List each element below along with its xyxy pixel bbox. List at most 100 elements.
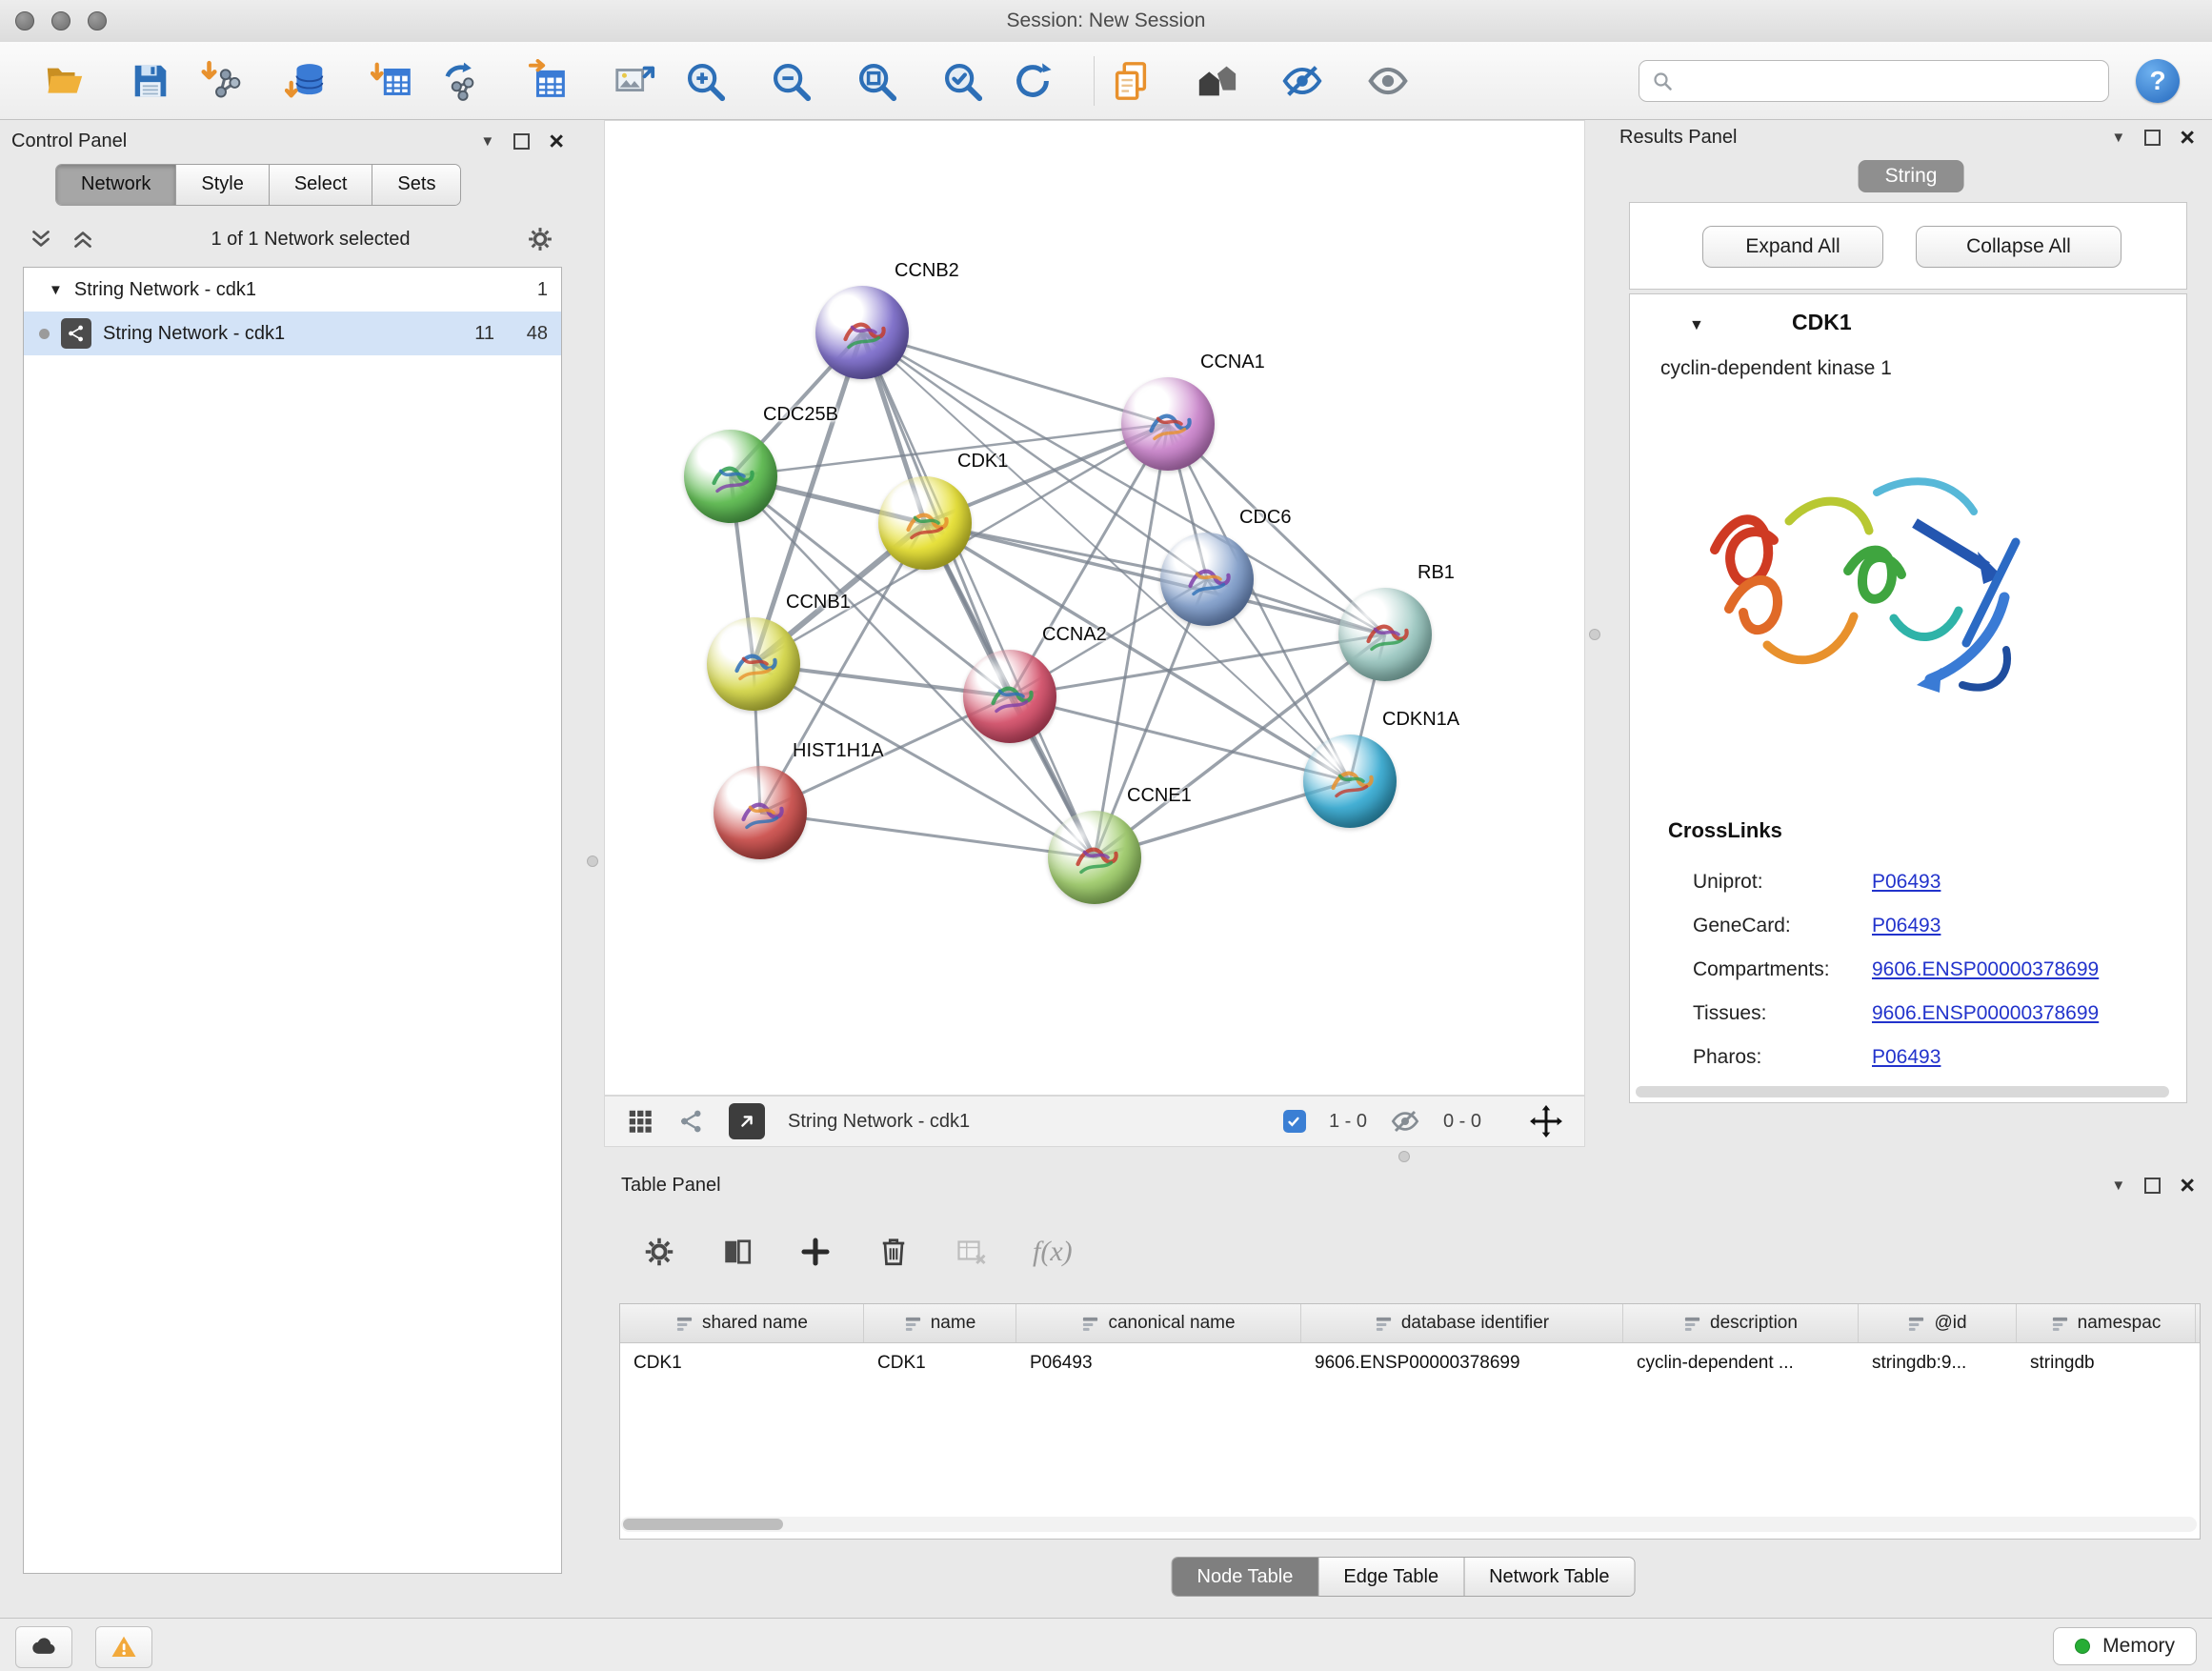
refresh-view-button[interactable] bbox=[1010, 54, 1056, 108]
network-node-hist1h1a[interactable] bbox=[714, 766, 807, 859]
save-session-button[interactable] bbox=[128, 54, 173, 108]
results-horizontal-scrollbar[interactable] bbox=[1636, 1086, 2169, 1097]
column-header-database-identifier[interactable]: database identifier bbox=[1301, 1304, 1623, 1342]
column-header-namespac[interactable]: namespac bbox=[2017, 1304, 2196, 1342]
help-button[interactable]: ? bbox=[2136, 59, 2180, 103]
tab-sets[interactable]: Sets bbox=[372, 165, 460, 205]
network-edge-cdk1-rb1[interactable] bbox=[925, 523, 1385, 634]
reset-layout-button[interactable] bbox=[1194, 54, 1239, 108]
export-network-button[interactable] bbox=[440, 54, 486, 108]
zoom-fit-button[interactable] bbox=[854, 54, 899, 108]
memory-button[interactable]: Memory bbox=[2053, 1627, 2197, 1665]
network-view-canvas[interactable]: CCNB2CCNA1CDC25BCDK1CDC6RB1CCNB1CCNA2CDK… bbox=[604, 120, 1585, 1096]
search-input[interactable] bbox=[1683, 69, 2097, 92]
network-node-cdc6[interactable] bbox=[1160, 533, 1254, 626]
tab-edge-table[interactable]: Edge Table bbox=[1318, 1558, 1464, 1596]
delete-column-trash-icon[interactable] bbox=[876, 1235, 911, 1269]
close-panel-icon[interactable]: × bbox=[549, 133, 564, 150]
panel-menu-icon[interactable]: ▼ bbox=[480, 133, 494, 150]
table-settings-gear-icon[interactable] bbox=[642, 1235, 676, 1269]
selected-count-checkbox[interactable] bbox=[1283, 1110, 1306, 1133]
search-field[interactable] bbox=[1639, 60, 2109, 102]
close-panel-icon[interactable]: × bbox=[2180, 130, 2195, 146]
open-session-button[interactable] bbox=[42, 54, 88, 108]
collapse-all-icon[interactable] bbox=[29, 227, 53, 252]
network-row[interactable]: String Network - cdk1 11 48 bbox=[24, 312, 561, 355]
network-node-cdkn1a[interactable] bbox=[1303, 735, 1397, 828]
warnings-button[interactable] bbox=[95, 1626, 152, 1668]
network-edge-ccnb2-ccna1[interactable] bbox=[862, 332, 1168, 424]
network-overview-icon[interactable] bbox=[677, 1107, 706, 1136]
panel-menu-icon[interactable]: ▼ bbox=[2111, 130, 2125, 146]
network-node-cdk1[interactable] bbox=[878, 476, 972, 570]
string-tab[interactable]: String bbox=[1859, 160, 1964, 192]
network-node-rb1[interactable] bbox=[1338, 588, 1432, 681]
float-panel-icon[interactable] bbox=[2144, 1178, 2161, 1194]
export-image-button[interactable] bbox=[612, 54, 657, 108]
network-selection-row: 1 of 1 Network selected bbox=[29, 217, 554, 261]
column-header-@id[interactable]: @id bbox=[1859, 1304, 2017, 1342]
birds-eye-view-icon[interactable] bbox=[626, 1107, 654, 1136]
splitter-handle[interactable] bbox=[1398, 1151, 1410, 1162]
collapse-all-button[interactable]: Collapse All bbox=[1916, 226, 2122, 268]
table-cell: P06493 bbox=[1016, 1343, 1301, 1383]
import-table-file-button[interactable] bbox=[370, 54, 415, 108]
import-network-database-button[interactable] bbox=[284, 54, 330, 108]
network-node-cdc25b[interactable] bbox=[684, 430, 777, 523]
import-network-file-button[interactable] bbox=[198, 54, 244, 108]
detach-view-button[interactable] bbox=[729, 1103, 765, 1139]
tab-select[interactable]: Select bbox=[270, 165, 373, 205]
network-edge-hist1h1a-ccne1[interactable] bbox=[760, 813, 1095, 857]
column-header-canonical-name[interactable]: canonical name bbox=[1016, 1304, 1301, 1342]
scrollbar-thumb[interactable] bbox=[623, 1519, 783, 1530]
show-columns-icon[interactable] bbox=[720, 1235, 754, 1269]
expand-all-icon[interactable] bbox=[70, 227, 95, 252]
network-edge-ccnb2-ccne1[interactable] bbox=[862, 332, 1095, 857]
column-header-shared-name[interactable]: shared name bbox=[620, 1304, 864, 1342]
float-panel-icon[interactable] bbox=[513, 133, 530, 150]
export-table-button[interactable] bbox=[526, 54, 572, 108]
expand-all-button[interactable]: Expand All bbox=[1702, 226, 1883, 268]
cloud-status-button[interactable] bbox=[15, 1626, 72, 1668]
crosslink-link[interactable]: P06493 bbox=[1872, 915, 1941, 937]
panel-menu-icon[interactable]: ▼ bbox=[2111, 1178, 2125, 1194]
node-structure-thumbnail bbox=[720, 631, 787, 697]
pan-crosshair-icon[interactable] bbox=[1529, 1104, 1563, 1138]
hide-graphics-details-button[interactable] bbox=[1279, 54, 1325, 108]
zoom-in-button[interactable] bbox=[682, 54, 728, 108]
crosslink-link[interactable]: 9606.ENSP00000378699 bbox=[1872, 1002, 2099, 1025]
network-collection-row[interactable]: ▼ String Network - cdk1 1 bbox=[24, 268, 561, 312]
tab-network[interactable]: Network bbox=[56, 165, 176, 205]
copy-button[interactable] bbox=[1108, 54, 1154, 108]
network-node-ccnb2[interactable] bbox=[815, 286, 909, 379]
close-panel-icon[interactable]: × bbox=[2180, 1178, 2195, 1194]
tab-style[interactable]: Style bbox=[176, 165, 269, 205]
table-row[interactable]: CDK1CDK1P064939606.ENSP00000378699cyclin… bbox=[620, 1343, 2200, 1383]
table-horizontal-scrollbar[interactable] bbox=[621, 1517, 2197, 1532]
column-header-description[interactable]: description bbox=[1623, 1304, 1859, 1342]
tab-network-table[interactable]: Network Table bbox=[1464, 1558, 1634, 1596]
float-panel-icon[interactable] bbox=[2144, 130, 2161, 146]
crosslink-link[interactable]: P06493 bbox=[1872, 871, 1941, 894]
crosslink-link[interactable]: P06493 bbox=[1872, 1046, 1941, 1069]
network-node-ccne1[interactable] bbox=[1048, 811, 1141, 904]
create-column-plus-icon[interactable] bbox=[798, 1235, 833, 1269]
show-graphics-details-button[interactable] bbox=[1365, 54, 1411, 108]
export-image-icon bbox=[613, 59, 656, 103]
network-node-ccna2[interactable] bbox=[963, 650, 1056, 743]
table-panel: Table Panel ▼ × f(x) shared namenamecano… bbox=[604, 1168, 2202, 1606]
column-header-name[interactable]: name bbox=[864, 1304, 1016, 1342]
zoom-selected-button[interactable] bbox=[939, 54, 985, 108]
collapse-gene-icon[interactable]: ▼ bbox=[1689, 317, 1704, 334]
gene-header-row[interactable]: ▼ CDK1 bbox=[1630, 310, 2186, 344]
tab-node-table[interactable]: Node Table bbox=[1173, 1558, 1319, 1596]
node-table: shared namenamecanonical namedatabase id… bbox=[619, 1303, 2201, 1540]
network-node-ccna1[interactable] bbox=[1121, 377, 1215, 471]
splitter-handle[interactable] bbox=[587, 856, 598, 867]
collection-expand-icon[interactable]: ▼ bbox=[49, 282, 63, 298]
splitter-handle[interactable] bbox=[1589, 629, 1600, 640]
crosslink-link[interactable]: 9606.ENSP00000378699 bbox=[1872, 958, 2099, 981]
zoom-out-button[interactable] bbox=[768, 54, 814, 108]
gear-icon[interactable] bbox=[526, 225, 554, 253]
network-node-ccnb1[interactable] bbox=[707, 617, 800, 711]
